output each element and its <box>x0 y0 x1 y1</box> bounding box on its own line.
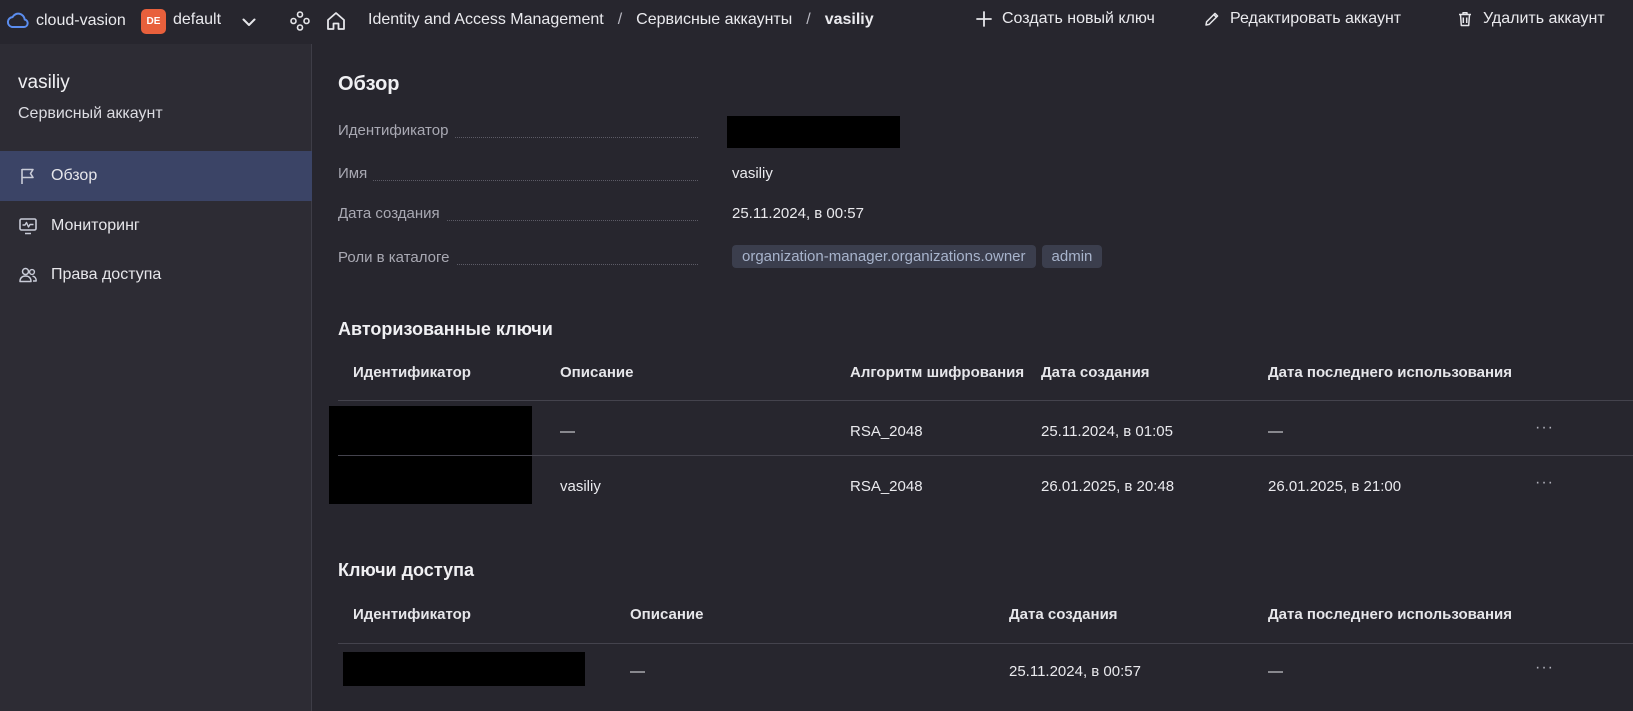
edit-account-button[interactable]: Редактировать аккаунт <box>1203 10 1401 28</box>
column-header[interactable]: Описание <box>630 606 703 623</box>
prop-label: Идентификатор <box>338 122 455 139</box>
prop-value: vasiliy <box>732 165 773 182</box>
column-header[interactable]: Идентификатор <box>353 606 471 623</box>
role-tags: organization-manager.organizations.owner… <box>732 245 1103 268</box>
row-more-button[interactable]: ··· <box>1535 659 1554 677</box>
sidebar-item-label: Обзор <box>51 167 98 184</box>
row-divider <box>338 400 1633 401</box>
redacted-identifier <box>727 116 900 148</box>
sidebar-item-label: Права доступа <box>51 266 162 283</box>
sidebar-subtitle: Сервисный аккаунт <box>18 105 163 122</box>
cell-description: — <box>630 663 645 680</box>
column-header[interactable]: Идентификатор <box>353 364 471 381</box>
access-keys-title: Ключи доступа <box>338 560 474 580</box>
row-divider <box>338 455 1633 456</box>
column-header[interactable]: Алгоритм шифрования <box>850 364 1024 381</box>
create-key-button[interactable]: Создать новый ключ <box>975 10 1155 28</box>
cell-created: 26.01.2025, в 20:48 <box>1041 478 1175 495</box>
redacted-access-key-id <box>343 652 585 686</box>
column-header[interactable]: Дата последнего использования <box>1268 606 1512 623</box>
sidebar-item-access-rights[interactable]: Права доступа <box>0 250 312 300</box>
cell-description: — <box>560 423 575 440</box>
row-divider <box>338 643 1633 644</box>
sidebar-item-label: Мониторинг <box>51 217 140 234</box>
column-header[interactable]: Дата последнего использования <box>1268 364 1512 381</box>
delete-account-button[interactable]: Удалить аккаунт <box>1456 10 1605 28</box>
role-tag[interactable]: admin <box>1041 245 1103 268</box>
monitor-icon <box>19 218 37 235</box>
auth-keys-title: Авторизованные ключи <box>338 319 553 339</box>
cell-created: 25.11.2024, в 00:57 <box>1009 663 1141 680</box>
cell-description: vasiliy <box>560 478 601 495</box>
sidebar-item-overview[interactable]: Обзор <box>0 151 312 201</box>
users-icon <box>19 267 37 283</box>
row-more-button[interactable]: ··· <box>1535 419 1554 437</box>
dotted-leader <box>338 180 698 181</box>
column-header[interactable]: Дата создания <box>1009 606 1118 623</box>
prop-label: Роли в каталоге <box>338 249 456 266</box>
top-header: cloud-vasion DE default Identity and Acc… <box>0 0 1633 44</box>
sidebar: vasiliy Сервисный аккаунт Обзор Монитори… <box>0 44 312 711</box>
prop-roles: Роли в каталоге organization-manager.org… <box>338 245 1103 273</box>
prop-label: Имя <box>338 165 374 182</box>
main-content: Обзор Идентификатор Имя vasiliy Дата соз… <box>313 44 1633 711</box>
flag-icon <box>21 168 34 184</box>
sidebar-item-monitoring[interactable]: Мониторинг <box>0 201 312 251</box>
cell-last-used: — <box>1268 423 1283 440</box>
cell-last-used: 26.01.2025, в 21:00 <box>1268 478 1402 495</box>
access-keys-table: Идентификатор Описание Дата создания Дат… <box>338 606 1633 711</box>
role-tag[interactable]: organization-manager.organizations.owner <box>732 245 1036 268</box>
sidebar-title: vasiliy <box>18 72 70 93</box>
page-title: Обзор <box>338 73 400 95</box>
trash-icon <box>1459 12 1471 27</box>
delete-account-label: Удалить аккаунт <box>1483 10 1605 27</box>
prop-name: Имя vasiliy <box>338 165 1098 189</box>
prop-value: 25.11.2024, в 00:57 <box>732 205 864 222</box>
cell-created: 25.11.2024, в 01:05 <box>1041 423 1173 440</box>
auth-keys-table: Идентификатор Описание Алгоритм шифрован… <box>329 364 1633 564</box>
column-header[interactable]: Дата создания <box>1041 364 1150 381</box>
create-key-label: Создать новый ключ <box>1002 10 1155 27</box>
column-header[interactable]: Описание <box>560 364 633 381</box>
cell-algorithm: RSA_2048 <box>850 423 923 440</box>
prop-identifier: Идентификатор <box>338 116 1098 148</box>
edit-account-label: Редактировать аккаунт <box>1230 10 1402 27</box>
row-more-button[interactable]: ··· <box>1535 474 1554 492</box>
plus-icon <box>976 11 992 27</box>
pencil-icon <box>1205 12 1219 26</box>
prop-created: Дата создания 25.11.2024, в 00:57 <box>338 205 1098 229</box>
prop-label: Дата создания <box>338 205 446 222</box>
cell-last-used: — <box>1268 663 1283 680</box>
header-actions: Создать новый ключ Редактировать аккаунт… <box>0 10 1633 34</box>
cell-algorithm: RSA_2048 <box>850 478 923 495</box>
